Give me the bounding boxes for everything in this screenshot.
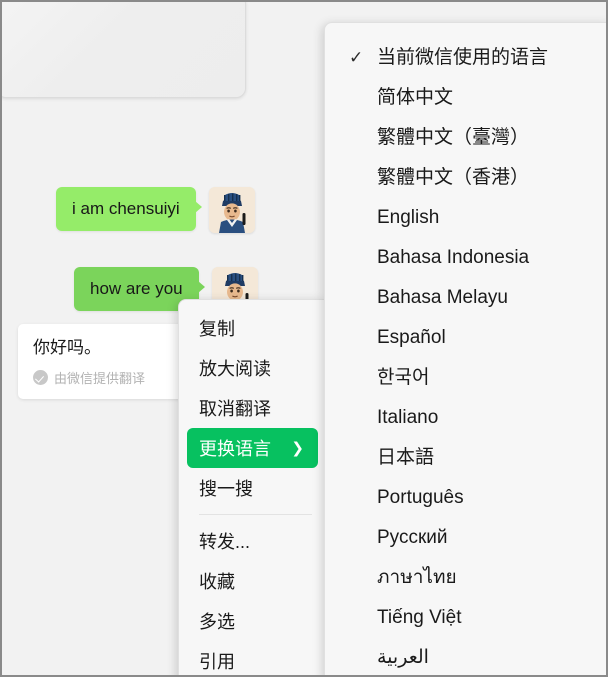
check-icon-placeholder: ✓ [349, 529, 377, 546]
check-icon-placeholder: ✓ [349, 129, 377, 146]
language-item-thai[interactable]: ✓ ภาษาไทย [325, 557, 606, 597]
check-icon-placeholder: ✓ [349, 609, 377, 626]
chat-header-panel-surface [2, 2, 245, 97]
check-circle-icon [33, 370, 48, 386]
context-menu-item-enlarge-read[interactable]: 放大阅读 [179, 348, 326, 388]
language-item-label: Bahasa Indonesia [377, 246, 530, 268]
language-item-label: 繁體中文（香港） [377, 166, 530, 188]
check-icon-placeholder: ✓ [349, 89, 377, 106]
language-item-label: 当前微信使用的语言 [377, 46, 549, 68]
avatar[interactable] [208, 187, 255, 233]
context-menu-item-favorite[interactable]: 收藏 [179, 561, 326, 601]
language-item-simplified-chinese[interactable]: ✓ 简体中文 [325, 77, 606, 117]
language-item-traditional-chinese-hk[interactable]: ✓ 繁體中文（香港） [325, 157, 606, 197]
message-bubble[interactable]: i am chensuiyi [56, 187, 202, 232]
language-item-label: العربية [377, 646, 429, 668]
check-icon-placeholder: ✓ [349, 289, 377, 306]
translation-provider-label: 由微信提供翻译 [54, 371, 146, 387]
avatar-image [208, 187, 255, 233]
check-icon-placeholder: ✓ [349, 409, 377, 426]
check-icon-placeholder: ✓ [349, 249, 377, 266]
language-item-label: Bahasa Melayu [377, 286, 508, 308]
context-menu-item-label: 引用 [199, 652, 235, 672]
message-text: how are you [90, 279, 183, 298]
context-menu-item-label: 多选 [199, 612, 235, 632]
translation-provider-row: 由微信提供翻译 [33, 368, 199, 387]
chat-header-panel [2, 2, 246, 98]
language-item-japanese[interactable]: ✓ 日本語 [325, 437, 606, 477]
check-icon-placeholder: ✓ [349, 489, 377, 506]
language-item-bahasa-melayu[interactable]: ✓ Bahasa Melayu [325, 277, 606, 317]
translation-text: 你好吗。 [33, 338, 101, 357]
context-menu-item-search[interactable]: 搜一搜 [179, 468, 326, 508]
chevron-right-icon: ❯ [291, 439, 304, 457]
context-menu-item-label: 收藏 [199, 572, 235, 592]
check-icon-placeholder: ✓ [349, 449, 377, 466]
language-item-label: Italiano [377, 406, 439, 428]
check-icon: ✓ [349, 47, 364, 67]
context-menu-item-cancel-translation[interactable]: 取消翻译 [179, 388, 326, 428]
check-icon-placeholder: ✓ [349, 329, 377, 346]
language-submenu: ✓ 当前微信使用的语言 ✓ 简体中文 ✓ 繁體中文（臺灣） ✓ 繁體中文（香港）… [324, 22, 606, 675]
message-row: i am chensuiyi [56, 187, 255, 233]
language-item-label: 日本語 [377, 446, 435, 468]
language-item-arabic[interactable]: ✓ العربية [325, 637, 606, 675]
context-menu-item-quote[interactable]: 引用 [179, 641, 326, 675]
check-icon-placeholder: ✓ [349, 369, 377, 386]
context-menu-item-label: 更换语言 [199, 439, 271, 459]
language-item-label: Español [377, 326, 446, 348]
language-item-russian[interactable]: ✓ Русский [325, 517, 606, 557]
context-menu-item-copy[interactable]: 复制 [179, 308, 326, 348]
check-icon-placeholder: ✓ [349, 569, 377, 586]
language-item-label: ภาษาไทย [377, 566, 457, 588]
language-item-traditional-chinese-tw[interactable]: ✓ 繁體中文（臺灣） [325, 117, 606, 157]
language-item-vietnamese[interactable]: ✓ Tiếng Việt [325, 597, 606, 637]
language-item-label: Русский [377, 526, 448, 548]
check-icon-placeholder: ✓ [349, 209, 377, 226]
language-item-label: 繁體中文（臺灣） [377, 126, 530, 148]
language-item-label: Tiếng Việt [377, 606, 462, 628]
language-item-label: English [377, 206, 440, 228]
bubble-tail-icon [194, 201, 202, 213]
language-item-korean[interactable]: ✓ 한국어 [325, 357, 606, 397]
message-context-menu: 复制 放大阅读 取消翻译 更换语言 ❯ 搜一搜 转发... 收藏 多选 引用 [178, 299, 326, 675]
message-text: i am chensuiyi [72, 199, 180, 218]
language-item-bahasa-indonesia[interactable]: ✓ Bahasa Indonesia [325, 237, 606, 277]
context-menu-item-multiselect[interactable]: 多选 [179, 601, 326, 641]
context-menu-item-label: 搜一搜 [199, 479, 253, 499]
language-item-label: 한국어 [377, 366, 430, 388]
context-menu-item-label: 放大阅读 [199, 359, 271, 379]
language-item-portugues[interactable]: ✓ Português [325, 477, 606, 517]
context-menu-item-label: 复制 [199, 319, 235, 339]
wechat-window: i am chensuiyi how are you 你好吗。 由微信提供翻译 … [0, 0, 608, 677]
language-item-label: 简体中文 [377, 86, 454, 108]
language-item-espanol[interactable]: ✓ Español [325, 317, 606, 357]
context-menu-item-label: 转发... [199, 532, 251, 552]
language-item-italiano[interactable]: ✓ Italiano [325, 397, 606, 437]
language-item-label: Português [377, 486, 464, 508]
context-menu-item-forward[interactable]: 转发... [179, 521, 326, 561]
language-item-current[interactable]: ✓ 当前微信使用的语言 [325, 37, 606, 77]
check-icon-placeholder: ✓ [349, 649, 377, 666]
context-menu-item-label: 取消翻译 [199, 399, 271, 419]
bubble-tail-icon [197, 281, 205, 293]
context-menu-item-change-language[interactable]: 更换语言 ❯ [187, 428, 318, 468]
context-menu-separator [199, 514, 312, 515]
check-icon-placeholder: ✓ [349, 169, 377, 186]
language-item-english[interactable]: ✓ English [325, 197, 606, 237]
